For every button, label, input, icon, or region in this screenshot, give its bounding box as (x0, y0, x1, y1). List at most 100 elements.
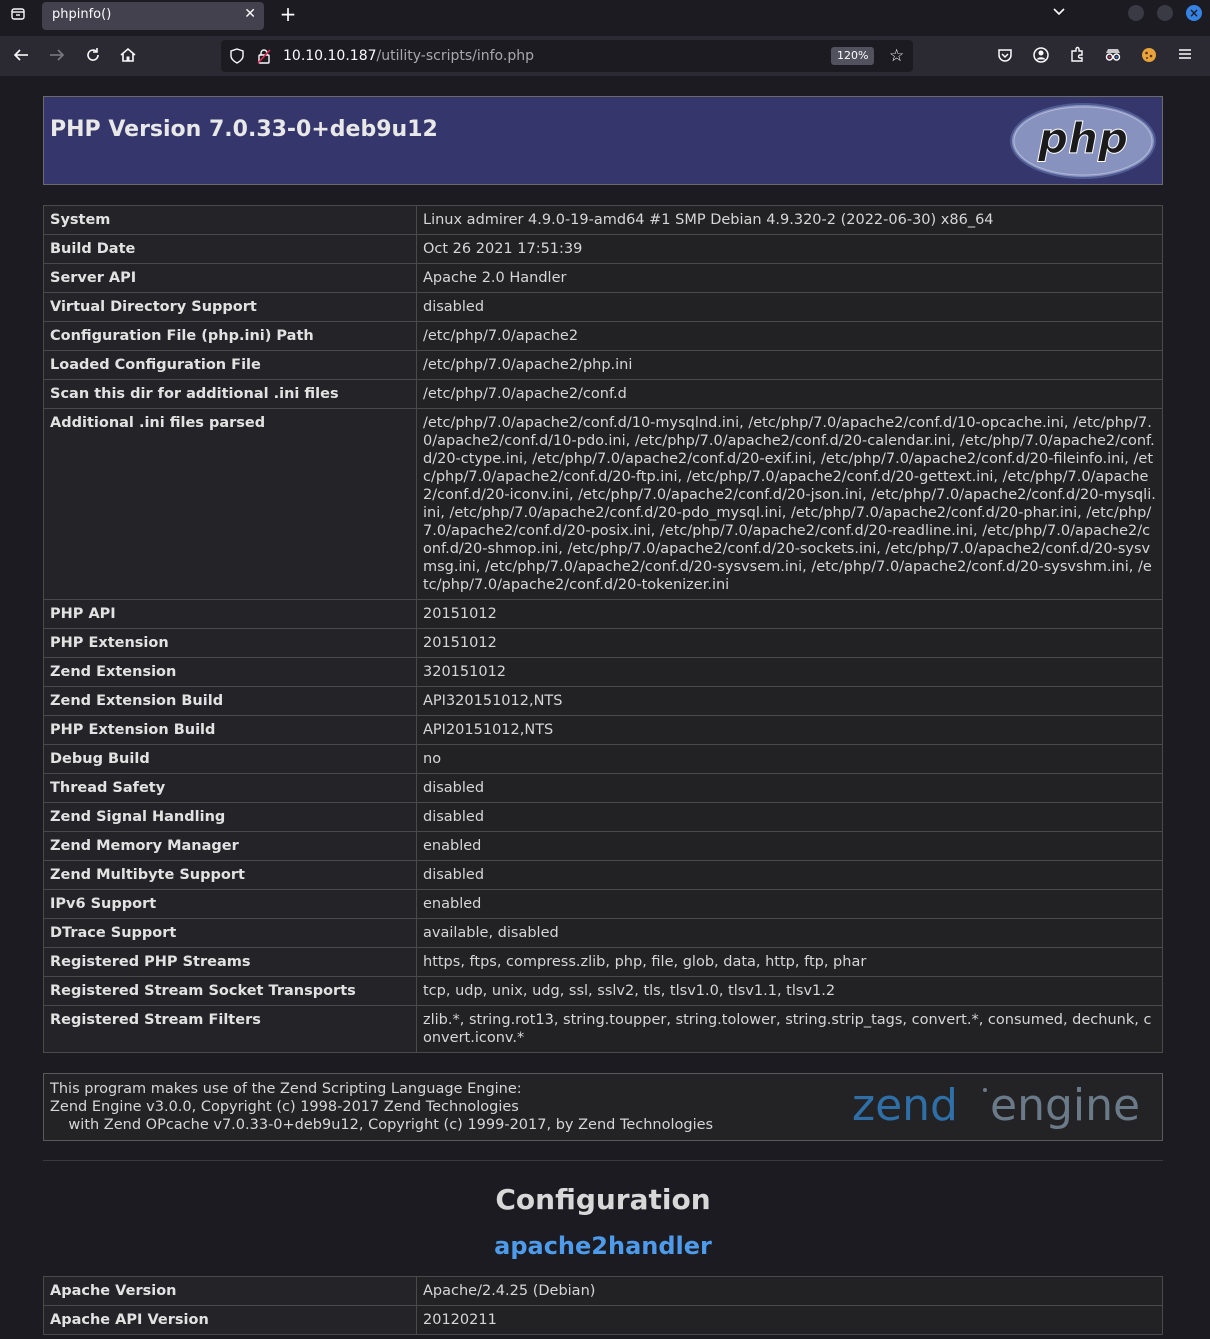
table-row: Zend Memory Manager enabled (43, 831, 1163, 861)
module-link-apache2handler[interactable]: apache2handler (43, 1232, 1163, 1260)
php-logo-text: php (1037, 114, 1128, 163)
row-value: enabled (416, 889, 1163, 919)
new-tab-icon[interactable]: + (278, 4, 298, 24)
url-text[interactable]: 10.10.10.187/utility-scripts/info.php (283, 48, 534, 64)
row-key: Registered PHP Streams (43, 947, 417, 977)
table-row: PHP Extension Build API20151012,NTS (43, 715, 1163, 745)
configuration-heading: Configuration (495, 1183, 711, 1216)
row-key: Thread Safety (43, 773, 417, 803)
row-value: 20151012 (416, 628, 1163, 658)
forward-arrow-icon[interactable] (47, 46, 67, 66)
table-row: Apache Version Apache/2.4.25 (Debian) (43, 1276, 1163, 1306)
row-key: Zend Extension Build (43, 686, 417, 716)
back-arrow-icon[interactable] (11, 46, 31, 66)
table-row: PHP Extension 20151012 (43, 628, 1163, 658)
row-value: API320151012,NTS (416, 686, 1163, 716)
row-key: Loaded Configuration File (43, 350, 417, 380)
row-key: Registered Stream Socket Transports (43, 976, 417, 1006)
maximize-button[interactable] (1157, 5, 1173, 21)
row-key: DTrace Support (43, 918, 417, 948)
url-path: /utility-scripts/info.php (376, 48, 534, 64)
row-key: Zend Extension (43, 657, 417, 687)
insecure-lock-icon[interactable] (257, 48, 271, 68)
table-row: Apache API Version 20120211 (43, 1305, 1163, 1335)
cookie-extension-icon[interactable] (1139, 46, 1159, 66)
bookmark-star-icon[interactable]: ☆ (889, 46, 904, 66)
page-title: PHP Version 7.0.33-0+deb9u12 (50, 117, 438, 142)
table-row: Virtual Directory Support disabled (43, 292, 1163, 322)
zoom-level-badge[interactable]: 120% (831, 47, 875, 65)
reload-icon[interactable] (83, 46, 103, 66)
row-key: PHP Extension Build (43, 715, 417, 745)
row-key: Registered Stream Filters (43, 1005, 417, 1053)
row-value: available, disabled (416, 918, 1163, 948)
row-value: /etc/php/7.0/apache2 (416, 321, 1163, 351)
page-content: PHP Version 7.0.33-0+deb9u12 php System L… (43, 96, 1163, 1335)
chevron-down-icon[interactable] (1052, 5, 1066, 23)
table-row: Configuration File (php.ini) Path/etc/ph… (43, 321, 1163, 351)
apache2handler-table: Apache Version Apache/2.4.25 (Debian) Apac… (43, 1276, 1163, 1335)
row-key: Zend Multibyte Support (43, 860, 417, 890)
account-icon[interactable] (1031, 46, 1051, 66)
table-row: Additional .ini files parsed/etc/php/7.0… (43, 408, 1163, 600)
row-key: Build Date (43, 234, 417, 264)
zend-logo-right: engine (990, 1080, 1140, 1131)
row-key: Zend Memory Manager (43, 831, 417, 861)
php-logo: php (1010, 103, 1156, 179)
tab-phpinfo[interactable]: phpinfo() ✕ (42, 2, 264, 30)
table-row: Zend Extension 320151012 (43, 657, 1163, 687)
row-key: Zend Signal Handling (43, 802, 417, 832)
home-icon[interactable] (118, 46, 138, 66)
spy-extension-icon[interactable] (1103, 46, 1123, 66)
row-value: Linux admirer 4.9.0-19-amd64 #1 SMP Debi… (416, 205, 1163, 235)
row-value: 20120211 (416, 1305, 1163, 1335)
window-close-button[interactable]: × (1186, 5, 1202, 21)
row-value: no (416, 744, 1163, 774)
row-key: IPv6 Support (43, 889, 417, 919)
zend-engine-box: This program makes use of the Zend Scrip… (43, 1073, 1163, 1141)
row-key: System (43, 205, 417, 235)
row-key: Configuration File (php.ini) Path (43, 321, 417, 351)
row-value: tcp, udp, unix, udg, ssl, sslv2, tls, tl… (416, 976, 1163, 1006)
row-key: Server API (43, 263, 417, 293)
table-row: Scan this dir for additional .ini files /… (43, 379, 1163, 409)
php-version-header: PHP Version 7.0.33-0+deb9u12 php (43, 96, 1163, 185)
row-value: disabled (416, 860, 1163, 890)
tab-list-icon[interactable] (8, 6, 28, 26)
table-row: Registered Stream Filters zlib.*, string.… (43, 1005, 1163, 1053)
menu-icon[interactable] (1175, 46, 1195, 66)
row-key: Additional .ini files parsed (43, 408, 417, 600)
row-key: Virtual Directory Support (43, 292, 417, 322)
row-key: PHP Extension (43, 628, 417, 658)
table-row: Debug Build no (43, 744, 1163, 774)
table-row: Build Date Oct 26 2021 17:51:39 (43, 234, 1163, 264)
row-value: Apache 2.0 Handler (416, 263, 1163, 293)
table-row: System Linux admirer 4.9.0-19-amd64 #1 SM… (43, 205, 1163, 235)
close-tab-icon[interactable]: ✕ (244, 6, 256, 22)
minimize-button[interactable] (1128, 5, 1144, 21)
extensions-icon[interactable] (1067, 46, 1087, 66)
table-row: Thread Safety disabled (43, 773, 1163, 803)
url-bar[interactable]: 10.10.10.187/utility-scripts/info.php 12… (221, 40, 913, 72)
nav-bar: 10.10.10.187/utility-scripts/info.php 12… (0, 36, 1210, 76)
pocket-icon[interactable] (995, 46, 1015, 66)
row-value: disabled (416, 802, 1163, 832)
zend-line-2: Zend Engine v3.0.0, Copyright (c) 1998-2… (50, 1099, 519, 1115)
row-value: https, ftps, compress.zlib, php, file, g… (416, 947, 1163, 977)
row-value: API20151012,NTS (416, 715, 1163, 745)
row-value: enabled (416, 831, 1163, 861)
table-row: DTrace Support available, disabled (43, 918, 1163, 948)
table-row: Registered Stream Socket Transports tcp, … (43, 976, 1163, 1006)
info-table: System Linux admirer 4.9.0-19-amd64 #1 SM… (43, 205, 1163, 1053)
row-key: PHP API (43, 599, 417, 629)
table-row: Registered PHP Streams https, ftps, compr… (43, 947, 1163, 977)
zend-line-1: This program makes use of the Zend Scrip… (50, 1081, 522, 1097)
zend-logo-left: zend (852, 1080, 958, 1131)
row-value: /etc/php/7.0/apache2/conf.d (416, 379, 1163, 409)
table-row: Zend Extension Build API320151012,NTS (43, 686, 1163, 716)
url-host: 10.10.10.187 (283, 48, 377, 64)
row-key: Debug Build (43, 744, 417, 774)
shield-icon[interactable] (229, 48, 245, 68)
row-key: Apache API Version (43, 1305, 417, 1335)
row-value: zlib.*, string.rot13, string.toupper, st… (416, 1005, 1163, 1053)
